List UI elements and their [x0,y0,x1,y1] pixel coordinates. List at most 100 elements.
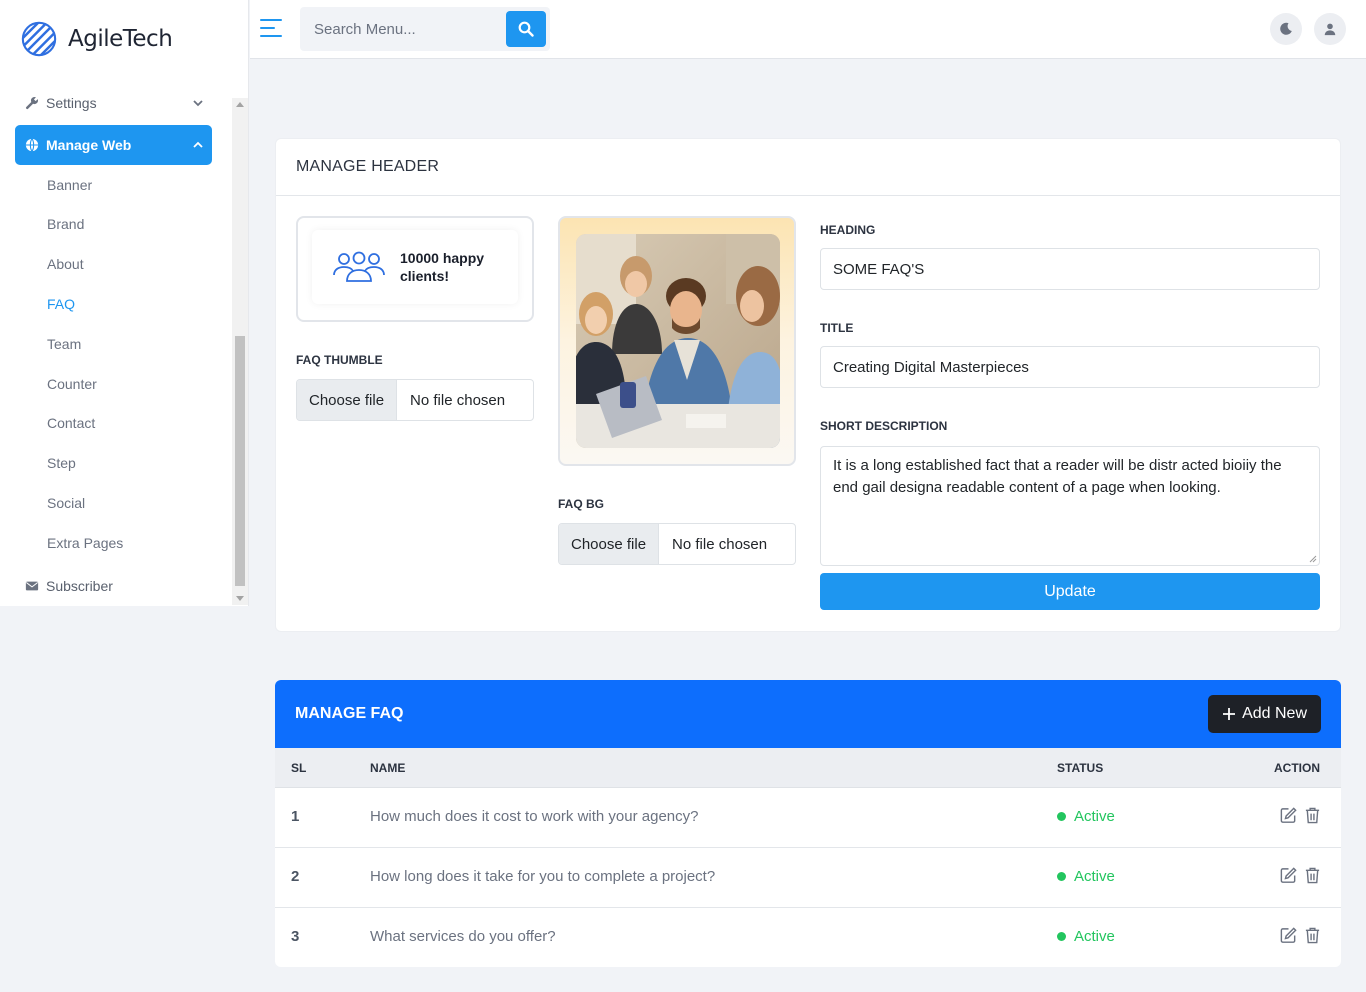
wrench-icon [25,96,39,110]
sidebar-item-label: Settings [46,95,97,111]
column-name: NAME [370,761,406,775]
title-label: TITLE [820,321,854,335]
moon-icon [1280,22,1292,35]
search-button[interactable] [506,11,546,47]
row-name: How much does it cost to work with your … [370,808,699,825]
search-icon [518,21,534,37]
sidebar-item-manage-web[interactable]: Manage Web [15,125,212,165]
row-actions [1279,926,1321,945]
file-name-text: No file chosen [410,391,506,409]
search-input[interactable] [300,7,504,51]
sidebar-item-subscriber[interactable]: Subscriber [15,566,212,606]
logo-text: AgileTech [68,26,173,52]
status-badge: Active [1057,928,1115,945]
sidebar-item-about[interactable]: About [47,256,84,272]
table-row: 1 How much does it cost to work with you… [275,788,1341,848]
add-new-label: Add New [1242,705,1307,722]
status-text: Active [1074,928,1115,945]
sidebar-item-counter[interactable]: Counter [47,376,97,392]
envelope-icon [25,579,39,593]
user-icon [1324,23,1336,36]
sidebar-item-label: Manage Web [46,137,132,153]
sidebar-item-label: Subscriber [46,578,113,594]
menu-toggle-icon[interactable] [260,19,282,37]
row-sl: 1 [291,808,300,825]
status-badge: Active [1057,868,1115,885]
choose-file-button[interactable]: Choose file [297,380,398,420]
trash-icon[interactable] [1304,866,1321,885]
edit-icon[interactable] [1279,926,1298,945]
manage-faq-card: MANAGE FAQ Add New SL NAME STATUS ACTION… [275,680,1341,967]
globe-icon [25,138,39,152]
column-action: ACTION [1274,761,1320,775]
sidebar-item-faq[interactable]: FAQ [47,296,75,312]
faq-bg-preview [558,216,796,466]
sidebar-nav: Settings Manage Web Banner Brand About F… [0,86,232,606]
scrollbar-thumb[interactable] [235,336,245,586]
sidebar-item-team[interactable]: Team [47,336,81,352]
row-name: What services do you offer? [370,928,556,945]
faq-thumble-label: FAQ THUMBLE [296,353,383,367]
chevron-down-icon [192,96,204,112]
users-icon [333,251,385,282]
status-text: Active [1074,868,1115,885]
table-row: 3 What services do you offer? Active [275,908,1341,967]
plus-icon [1223,708,1236,720]
sidebar-item-brand[interactable]: Brand [47,216,84,232]
sidebar-item-contact[interactable]: Contact [47,415,95,431]
table-row: 2 How long does it take for you to compl… [275,848,1341,908]
edit-icon[interactable] [1279,866,1298,885]
heading-input[interactable]: SOME FAQ'S [820,248,1320,290]
status-text: Active [1074,808,1115,825]
faq-thumble-preview: 10000 happy clients! [296,216,534,322]
faq-bg-file-input[interactable]: Choose file No file chosen [558,523,796,565]
short-description-text: It is a long established fact that a rea… [833,457,1282,496]
sidebar: AgileTech Settings Manage Web Banner Bra… [0,0,249,606]
faq-thumble-file-input[interactable]: Choose file No file chosen [296,379,534,421]
edit-icon[interactable] [1279,806,1298,825]
resize-handle-icon[interactable] [1309,555,1317,563]
happy-clients-line1: 10000 happy [400,250,485,266]
topbar [250,0,1366,59]
search-bar [300,7,550,51]
sidebar-item-settings[interactable]: Settings [15,86,212,123]
happy-clients-text: 10000 happy clients! [400,249,484,285]
table-header: SL NAME STATUS ACTION [275,748,1341,788]
sidebar-item-extra-pages[interactable]: Extra Pages [47,535,123,551]
sidebar-scrollbar[interactable] [232,98,248,605]
sidebar-item-banner[interactable]: Banner [47,177,92,193]
manage-header-card: MANAGE HEADER 10000 happy clients! FAQ T… [275,138,1341,632]
trash-icon[interactable] [1304,926,1321,945]
logo-icon [21,21,57,57]
status-badge: Active [1057,808,1115,825]
user-menu-button[interactable] [1314,13,1346,45]
short-description-label: SHORT DESCRIPTION [820,419,948,433]
chevron-up-icon [192,138,204,154]
team-photo [576,234,780,448]
scroll-down-arrow[interactable] [236,596,244,601]
heading-label: HEADING [820,223,876,237]
faq-card-title: MANAGE FAQ [295,705,404,722]
sidebar-item-social[interactable]: Social [47,495,85,511]
row-sl: 2 [291,868,300,885]
row-actions [1279,806,1321,825]
faq-card-header: MANAGE FAQ Add New [275,680,1341,748]
title-input[interactable]: Creating Digital Masterpieces [820,346,1320,388]
sidebar-item-step[interactable]: Step [47,455,76,471]
file-name-text: No file chosen [672,535,768,553]
logo[interactable]: AgileTech [20,20,173,58]
row-sl: 3 [291,928,300,945]
row-name: How long does it take for you to complet… [370,868,716,885]
happy-clients-line2: clients! [400,268,450,284]
choose-file-button[interactable]: Choose file [559,524,660,564]
scroll-up-arrow[interactable] [236,102,244,107]
column-sl: SL [291,761,307,775]
update-button[interactable]: Update [820,573,1320,610]
column-status: STATUS [1057,761,1104,775]
faq-bg-label: FAQ BG [558,497,605,511]
dark-mode-toggle[interactable] [1270,13,1302,45]
add-new-button[interactable]: Add New [1208,695,1321,733]
short-description-textarea[interactable]: It is a long established fact that a rea… [820,446,1320,566]
trash-icon[interactable] [1304,806,1321,825]
card-title: MANAGE HEADER [276,139,1340,196]
